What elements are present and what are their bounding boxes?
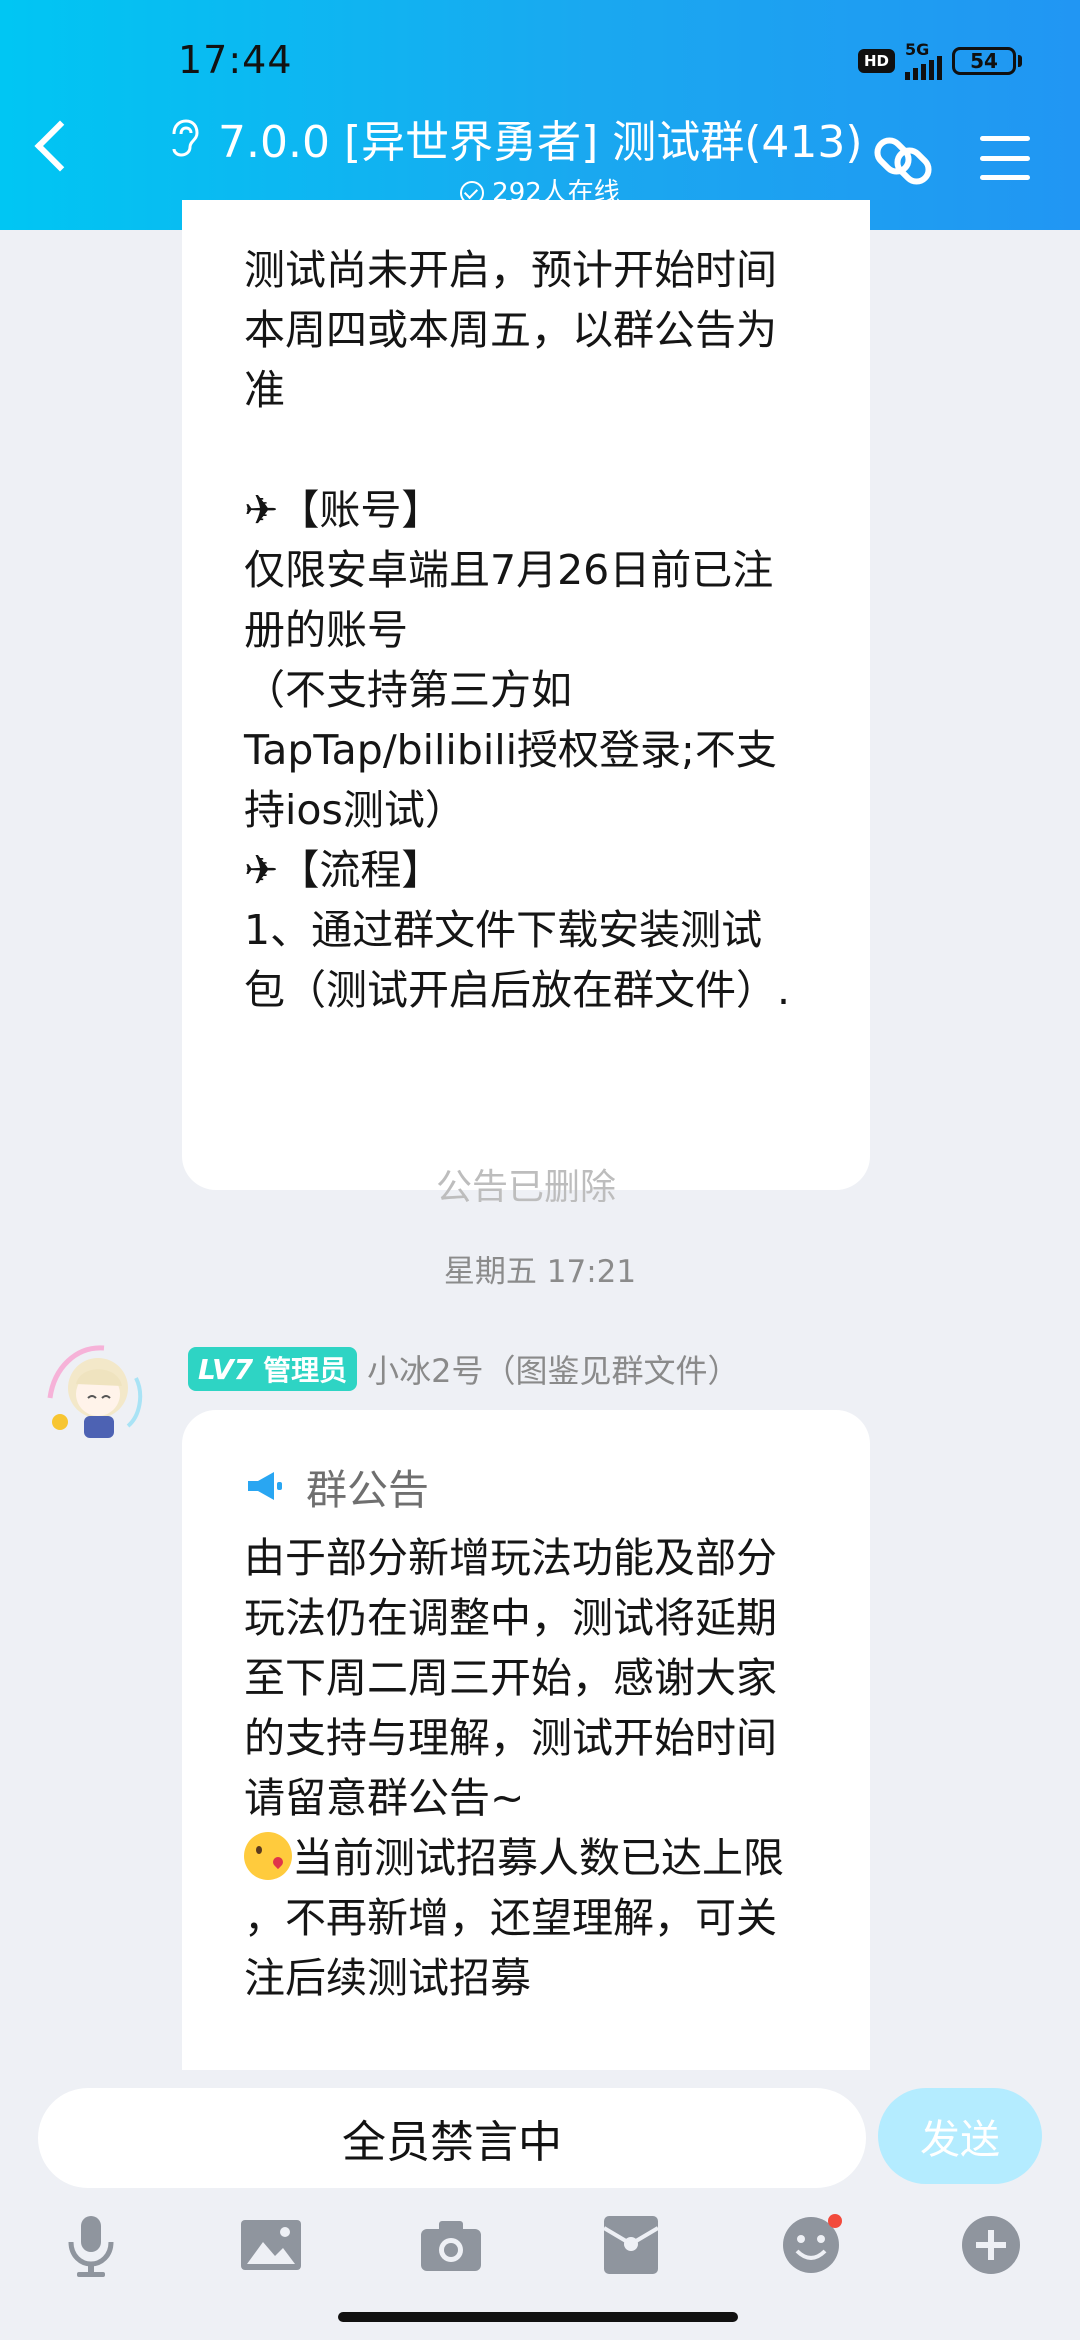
menu-icon[interactable]: [980, 136, 1030, 180]
message-line: 持ios测试）: [244, 786, 466, 834]
announcement-deleted-note: 公告已删除: [435, 1167, 616, 1202]
signal-icon: 5G: [905, 42, 942, 80]
announcement-bubble[interactable]: 群公告 由于部分新增玩法功能及部分 玩法仍在调整中，测试将延期 至下周二周三开始…: [182, 1410, 870, 2070]
role-text: 管理员: [263, 1354, 348, 1387]
red-packet-icon[interactable]: [596, 2210, 666, 2280]
announcement-line: 玩法仍在调整中，测试将延期: [244, 1594, 777, 1642]
date-separator: 星期五 17:21: [443, 1254, 637, 1290]
announcement-line: 的支持与理解，测试开始时间: [244, 1714, 777, 1762]
message-line: 准: [244, 366, 285, 414]
plus-icon[interactable]: [956, 2210, 1026, 2280]
announcement-line: 当前测试招募人数已达上限: [244, 1828, 784, 1888]
message-line: （不支持第三方如: [244, 666, 572, 714]
announcement-line: ，不再新增，还望理解，可关: [244, 1894, 777, 1942]
message-line: 1、通过群文件下载安装测试: [244, 906, 763, 954]
ear-icon: [172, 119, 199, 157]
level-badge: LV7 管理员: [188, 1347, 358, 1391]
kiss-emoji-icon: [244, 1832, 292, 1880]
level-text: LV7: [198, 1352, 254, 1386]
microphone-icon[interactable]: [56, 2210, 126, 2280]
sender-info: LV7 管理员 小冰2号（图鉴见群文件）: [188, 1346, 740, 1392]
message-line: TapTap/bilibili授权登录;不支: [244, 726, 777, 774]
message-line: 本周四或本周五，以群公告为: [244, 306, 777, 354]
emoji-icon[interactable]: [776, 2210, 846, 2280]
announcement-line: 请留意群公告~: [244, 1774, 525, 1822]
announcement-line: 注后续测试招募: [244, 1954, 531, 2002]
notification-dot: [828, 2214, 842, 2228]
announcement-header: 群公告: [244, 1456, 429, 1516]
announcement-line: 至下周二周三开始，感谢大家: [244, 1654, 777, 1702]
message-line: ✈【流程】: [244, 846, 443, 894]
status-indicators: HD 5G 54: [857, 42, 1022, 80]
megaphone-icon: [248, 1472, 282, 1500]
send-button[interactable]: 发送: [878, 2088, 1042, 2184]
avatar[interactable]: [36, 1328, 160, 1452]
network-type: 5G: [905, 40, 930, 59]
sender-name[interactable]: 小冰2号（图鉴见群文件）: [367, 1346, 739, 1392]
message-line: 包（测试开启后放在群文件）.: [244, 966, 791, 1014]
link-icon[interactable]: [868, 126, 938, 196]
message-input-muted[interactable]: 全员禁言中: [38, 2088, 866, 2188]
chat-title: 7.0.0 [异世界勇者] 测试群(413): [218, 117, 863, 168]
battery-icon: 54: [952, 47, 1022, 75]
announcement-line: 由于部分新增玩法功能及部分: [244, 1534, 777, 1582]
hd-voice-icon: HD: [857, 49, 895, 73]
message-line: 测试尚未开启，预计开始时间: [244, 246, 777, 294]
message-line: 仅限安卓端且7月26日前已注: [244, 546, 774, 594]
announcement-label: 群公告: [306, 1466, 429, 1514]
chat-title-row[interactable]: 7.0.0 [异世界勇者] 测试群(413): [166, 106, 863, 170]
input-toolbar: [0, 2210, 1080, 2280]
message-bubble[interactable]: 测试尚未开启，预计开始时间 本周四或本周五，以群公告为 准 ✈【账号】 仅限安卓…: [182, 200, 870, 1202]
status-time: 17:44: [178, 38, 293, 82]
back-button[interactable]: [34, 120, 86, 172]
image-icon[interactable]: [236, 2210, 306, 2280]
input-bar: 全员禁言中 发送: [0, 2070, 1080, 2340]
announcement-emoji-line: 当前测试招募人数已达上限: [292, 1834, 784, 1882]
camera-icon[interactable]: [416, 2210, 486, 2280]
home-indicator[interactable]: [338, 2312, 738, 2322]
battery-level: 54: [952, 47, 1016, 75]
message-line: 册的账号: [244, 606, 408, 654]
chat-header: 17:44 HD 5G 54 7.0.0 [异世界勇者] 测试群(413) 29…: [0, 0, 1080, 230]
message-line: ✈【账号】: [244, 486, 443, 534]
